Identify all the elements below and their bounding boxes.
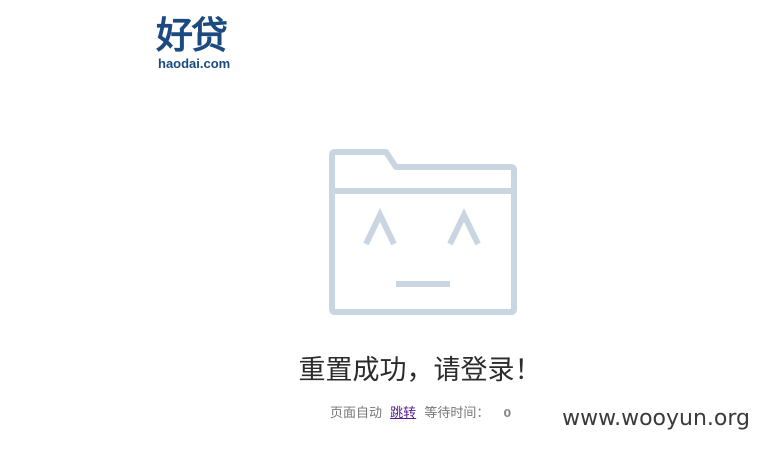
redirect-prefix: 页面自动 [330,406,383,421]
wait-label: 等待时间： [424,406,490,421]
jump-link[interactable]: 跳转 [390,406,416,421]
watermark: www.wooyun.org [562,406,750,431]
reset-success-message: 重置成功，请登录！ [298,355,542,386]
logo-chinese-text: 好贷 [156,14,228,57]
folder-face-illustration [326,147,520,317]
haodai-logo[interactable]: 好贷 haodai.com [156,16,246,74]
logo-domain-text: haodai.com [158,56,231,71]
folder-face-icon [329,149,517,315]
page: 好贷 haodai.com 重置成功，请登录！ 页面自动 跳转 等待时间： 0 … [0,0,758,449]
countdown-value: 0 [503,407,512,420]
redirect-notice: 页面自动 跳转 等待时间： 0 [330,405,511,423]
